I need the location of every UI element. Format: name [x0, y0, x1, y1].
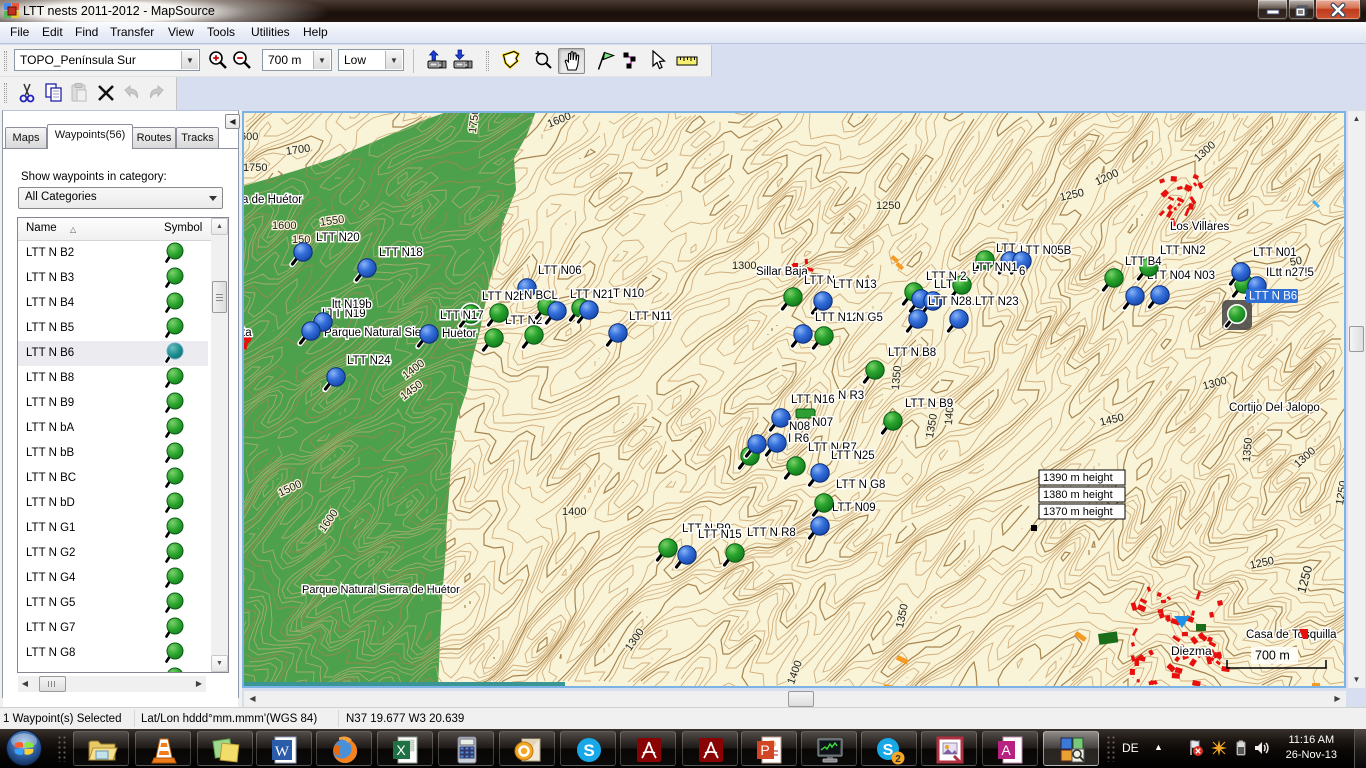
svg-text:Cortijo Del Jalopo: Cortijo Del Jalopo — [1229, 402, 1320, 414]
svg-text:LTT NN2: LTT NN2 — [1160, 245, 1206, 257]
svg-text:LTT NN1: LTT NN1 — [972, 262, 1018, 274]
svg-text:N R3: N R3 — [838, 390, 864, 402]
svg-text:1250: 1250 — [876, 200, 900, 212]
svg-text:N G5: N G5 — [856, 312, 883, 324]
svg-text:Los Villares: Los Villares — [1170, 221, 1229, 233]
svg-text:LTT N G8: LTT N G8 — [836, 479, 885, 491]
svg-text:6: 6 — [1019, 266, 1025, 278]
svg-text:a de Huétor: a de Huétor — [244, 194, 302, 206]
svg-text:N07: N07 — [812, 417, 833, 429]
svg-text:1380 m height: 1380 m height — [1043, 489, 1113, 501]
svg-text:600: 600 — [244, 131, 258, 143]
svg-text:LTT N06: LTT N06 — [538, 265, 582, 277]
svg-text:1350: 1350 — [1241, 437, 1255, 462]
svg-text:N08: N08 — [789, 421, 810, 433]
svg-text:1390 m height: 1390 m height — [1043, 472, 1113, 484]
svg-text:1350: 1350 — [890, 365, 904, 390]
svg-text:LTT N01: LTT N01 — [1253, 247, 1297, 259]
svg-text:ltt N19b: ltt N19b — [332, 299, 372, 311]
svg-text:P: P — [760, 742, 769, 758]
svg-text:LTT N25: LTT N25 — [831, 450, 875, 462]
svg-text:LTT N15: LTT N15 — [698, 529, 742, 541]
svg-text:N BCL: N BCL — [524, 290, 558, 302]
svg-text:LTT N12: LTT N12 — [815, 312, 859, 324]
svg-text:LTT N17: LTT N17 — [440, 310, 484, 322]
svg-text:1750: 1750 — [244, 162, 267, 174]
svg-text:Parque Natural Sierra de Huéto: Parque Natural Sierra de Huétor — [302, 584, 460, 596]
svg-text:LTT N28.: LTT N28. — [928, 296, 975, 308]
svg-text:Sillar Baja: Sillar Baja — [756, 266, 808, 278]
svg-text:Huétor: Huétor — [442, 328, 477, 340]
svg-text:LTT N24: LTT N24 — [347, 355, 391, 367]
svg-text:LTT N20: LTT N20 — [316, 232, 360, 244]
svg-text:LTT N23: LTT N23 — [975, 296, 1019, 308]
svg-text:LTT N13: LTT N13 — [833, 279, 877, 291]
svg-text:S: S — [583, 741, 594, 760]
svg-text:Casa de Tosquilla: Casa de Tosquilla — [1246, 629, 1337, 641]
svg-text:X: X — [396, 742, 406, 758]
svg-text:1300: 1300 — [732, 260, 756, 272]
svg-text:Parque Natural Sierr: Parque Natural Sierr — [324, 327, 429, 339]
svg-text:2: 2 — [895, 754, 901, 765]
svg-text:1400: 1400 — [562, 506, 586, 518]
svg-text:W: W — [275, 744, 290, 760]
svg-text:LTT N11: LTT N11 — [629, 311, 672, 323]
svg-text:LTT N16: LTT N16 — [791, 394, 835, 406]
svg-text:ILtt n27!5: ILtt n27!5 — [1266, 267, 1314, 279]
svg-text:LTT N09: LTT N09 — [832, 502, 876, 514]
svg-text:T N10: T N10 — [613, 288, 644, 300]
svg-text:LTT N B6: LTT N B6 — [1249, 291, 1297, 303]
svg-text:I R6: I R6 — [788, 433, 809, 445]
svg-text:1600: 1600 — [272, 220, 296, 232]
svg-text:LTT N18: LTT N18 — [379, 247, 423, 259]
svg-text:LLT: LLT — [934, 279, 953, 291]
svg-text:700 m: 700 m — [1255, 648, 1290, 662]
svg-text:LTT N B9: LTT N B9 — [905, 398, 953, 410]
svg-text:LTT N2b: LTT N2b — [482, 291, 526, 303]
svg-text:LTT N: LTT N — [804, 275, 835, 287]
svg-text:1370 m height: 1370 m height — [1043, 506, 1113, 518]
svg-text:A: A — [1001, 742, 1011, 758]
svg-text:Diezma: Diezma — [1171, 644, 1212, 658]
svg-text:LTT B4: LTT B4 — [1125, 256, 1162, 268]
svg-text:LTT N R8: LTT N R8 — [747, 527, 796, 539]
svg-text:LTT N21: LTT N21 — [570, 289, 614, 301]
svg-text:ta: ta — [244, 327, 252, 339]
svg-text:LTT N B8: LTT N B8 — [888, 347, 936, 359]
